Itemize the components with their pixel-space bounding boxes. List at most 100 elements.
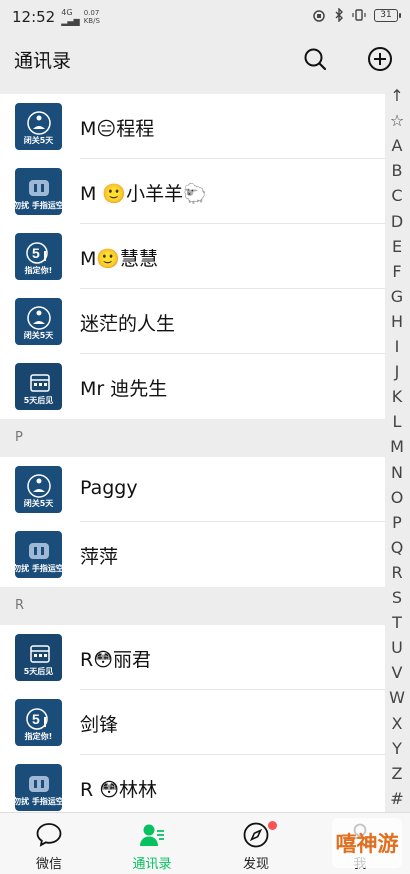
network-speed: 0.07 KB/S — [83, 9, 100, 25]
index-letter[interactable]: W — [388, 688, 406, 707]
svg-text:5: 5 — [32, 711, 40, 727]
pause-hand-icon — [28, 180, 49, 196]
index-letter[interactable]: V — [388, 663, 406, 682]
index-letter[interactable]: A — [388, 136, 406, 155]
avatar-caption: 指定你! — [24, 732, 53, 741]
index-letter[interactable]: X — [388, 714, 406, 733]
index-letter[interactable]: D — [388, 212, 406, 231]
meditation-icon — [26, 111, 51, 135]
avatar-caption: 5天后见 — [23, 667, 54, 676]
contact-name: R 😳林林 — [80, 779, 158, 801]
contact-name: Mr 迪先生 — [80, 378, 168, 400]
contact-row[interactable]: 闭关5天 Paggy — [0, 457, 385, 522]
avatar: 勿扰 手指运空 — [15, 168, 62, 215]
alarm-icon — [313, 10, 325, 22]
section-header: R — [0, 587, 385, 625]
avatar-caption: 5天后见 — [23, 396, 54, 405]
index-letter[interactable]: P — [388, 513, 406, 532]
bluetooth-icon — [335, 8, 343, 22]
contact-name: Paggy — [80, 477, 138, 499]
avatar-caption: 勿扰 手指运空 — [15, 797, 62, 806]
five-hand-icon: 5 — [25, 242, 48, 264]
index-letter[interactable]: B — [388, 161, 406, 180]
tab-discover[interactable]: 发现 — [216, 813, 296, 874]
index-letter[interactable]: C — [388, 186, 406, 205]
avatar-caption: 闭关5天 — [23, 136, 54, 145]
meditation-icon — [26, 306, 51, 330]
index-letter[interactable]: ☆ — [388, 111, 406, 130]
pause-hand-icon — [28, 543, 49, 559]
section-letter: P — [15, 430, 23, 445]
avatar: 闭关5天 — [15, 103, 62, 150]
tab-label: 通讯录 — [132, 857, 172, 872]
index-letter[interactable]: I — [388, 337, 406, 356]
tab-label: 发现 — [242, 857, 269, 872]
index-letter[interactable]: F — [388, 262, 406, 281]
avatar: 5天后见 — [15, 363, 62, 410]
index-letter[interactable]: L — [388, 412, 406, 431]
contact-name: 迷茫的人生 — [80, 313, 176, 335]
contact-name: R😳丽君 — [80, 649, 152, 671]
index-letter[interactable]: K — [388, 387, 406, 406]
avatar: 勿扰 手指运空 — [15, 764, 62, 811]
contact-row[interactable]: 勿扰 手指运空 R 😳林林 — [0, 755, 385, 812]
contacts-icon — [140, 824, 164, 846]
contact-row[interactable]: 5天后见 R😳丽君 — [0, 625, 385, 690]
avatar-caption: 闭关5天 — [23, 331, 54, 340]
contact-name: 萍萍 — [80, 546, 119, 568]
index-letter[interactable]: S — [388, 588, 406, 607]
contact-list[interactable]: 闭关5天 M😑程程 勿扰 手指运空 M 🙂小羊羊🐑 5 指定你! M🙂慧慧 闭关… — [0, 84, 410, 812]
signal-icon: 4G ▂▄▆ — [61, 8, 80, 26]
notification-dot — [268, 821, 277, 830]
index-letter[interactable]: Z — [388, 764, 406, 783]
contact-row[interactable]: 5 指定你! 剑锋 — [0, 690, 385, 755]
index-letter[interactable]: Q — [388, 538, 406, 557]
contact-name: 剑锋 — [80, 714, 119, 736]
compass-icon — [243, 822, 269, 848]
index-letter[interactable]: R — [388, 563, 406, 582]
index-letter[interactable]: O — [388, 488, 406, 507]
contact-row[interactable]: 勿扰 手指运空 萍萍 — [0, 522, 385, 587]
contact-row[interactable]: 勿扰 手指运空 M 🙂小羊羊🐑 — [0, 159, 385, 224]
avatar-caption: 闭关5天 — [23, 499, 54, 508]
contact-name: M 🙂小羊羊🐑 — [80, 183, 207, 205]
chat-icon — [36, 823, 62, 847]
tab-chats[interactable]: 微信 — [9, 813, 89, 874]
index-letter[interactable]: M — [388, 437, 406, 456]
avatar: 5天后见 — [15, 634, 62, 681]
avatar: 5 指定你! — [15, 699, 62, 746]
avatar: 勿扰 手指运空 — [15, 531, 62, 578]
vibrate-icon — [352, 9, 366, 21]
calendar-icon — [29, 645, 50, 663]
contact-row[interactable]: 5天后见 Mr 迪先生 — [0, 354, 385, 419]
section-letter: R — [15, 598, 25, 613]
avatar-caption: 勿扰 手指运空 — [15, 201, 62, 210]
watermark: 嘻神游 — [332, 818, 402, 868]
index-letter[interactable]: J — [388, 362, 406, 381]
index-letter[interactable]: ↑ — [388, 86, 406, 105]
index-letter[interactable]: # — [388, 789, 406, 808]
contact-row[interactable]: 5 指定你! M🙂慧慧 — [0, 224, 385, 289]
add-button[interactable] — [363, 42, 397, 76]
contact-row[interactable]: 闭关5天 迷茫的人生 — [0, 289, 385, 354]
index-letter[interactable]: N — [388, 463, 406, 482]
index-letter[interactable]: U — [388, 638, 406, 657]
avatar-caption: 指定你! — [24, 266, 53, 275]
index-letter[interactable]: G — [388, 287, 406, 306]
five-hand-icon: 5 — [25, 708, 48, 730]
meditation-icon — [26, 474, 51, 498]
avatar-caption: 勿扰 手指运空 — [15, 564, 62, 573]
avatar: 闭关5天 — [15, 466, 62, 513]
tab-label: 微信 — [35, 857, 62, 872]
status-icons: 31 — [312, 8, 401, 22]
status-bar: 12:52 4G ▂▄▆ 0.07 KB/S 31 — [0, 0, 410, 34]
index-letter[interactable]: Y — [388, 739, 406, 758]
index-letter[interactable]: E — [388, 237, 406, 256]
tab-contacts[interactable]: 通讯录 — [112, 813, 192, 874]
alphabet-index[interactable]: ↑ ☆ A B C D E F G H I J K L M N O P Q R S T U V W X Y Z # — [385, 84, 410, 812]
pause-hand-icon — [28, 776, 49, 792]
contact-row[interactable]: 闭关5天 M😑程程 — [0, 94, 385, 159]
search-button[interactable] — [298, 42, 332, 76]
index-letter[interactable]: T — [388, 613, 406, 632]
index-letter[interactable]: H — [388, 312, 406, 331]
